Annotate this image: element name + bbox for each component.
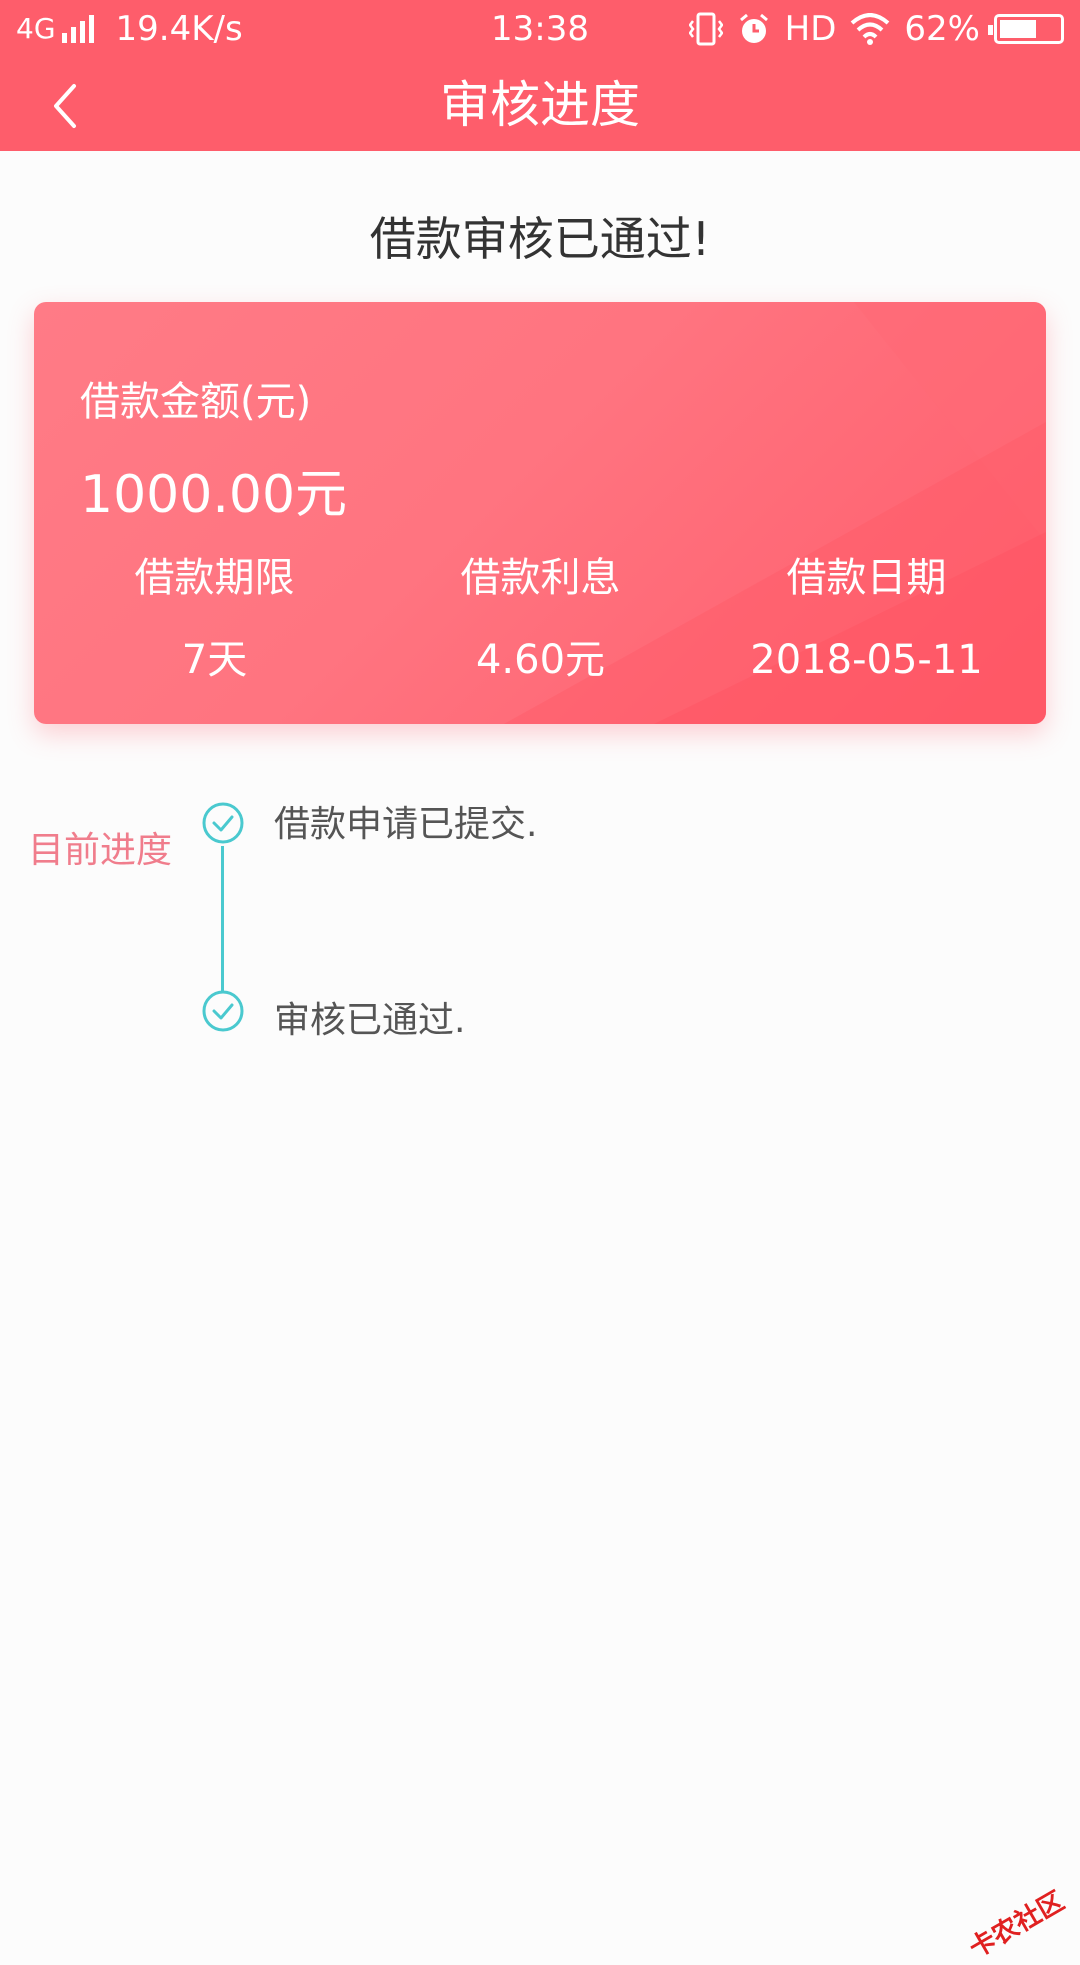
amount-label: 借款金额(元)	[80, 374, 311, 430]
hd-indicator: HD	[785, 0, 837, 58]
status-bar: 4G 19.4K/s 13:38 HD 62	[0, 0, 1080, 58]
interest-value: 4.60元	[372, 632, 709, 688]
step-submitted: 借款申请已提交.	[274, 800, 537, 850]
interest-column: 借款利息 4.60元	[372, 550, 709, 688]
date-column: 借款日期 2018-05-11	[698, 550, 1035, 688]
term-value: 7天	[46, 632, 383, 688]
nav-bar: 审核进度	[0, 58, 1080, 151]
wifi-icon	[850, 13, 890, 45]
amount-value: 1000.00元	[80, 460, 347, 530]
status-right: HD 62%	[689, 0, 1064, 58]
loan-summary-card: 借款金额(元) 1000.00元 借款期限 7天 借款利息 4.60元 借款日期…	[34, 302, 1046, 724]
date-value: 2018-05-11	[698, 632, 1035, 688]
progress-label: 目前进度	[28, 826, 172, 876]
interest-label: 借款利息	[372, 550, 709, 606]
battery-percent: 62%	[904, 0, 980, 58]
term-label: 借款期限	[46, 550, 383, 606]
battery-icon	[994, 14, 1064, 44]
step-approved: 审核已通过.	[274, 996, 465, 1046]
result-title: 借款审核已通过!	[0, 208, 1080, 270]
watermark-logo: 卡农社区	[961, 1881, 1070, 1965]
header: 4G 19.4K/s 13:38 HD 62	[0, 0, 1080, 151]
check-circle-icon	[200, 988, 246, 1034]
page-title: 审核进度	[0, 70, 1080, 140]
vibrate-icon	[689, 11, 723, 47]
alarm-icon	[737, 12, 771, 46]
timeline-line	[221, 846, 224, 994]
battery-fill	[1000, 20, 1036, 38]
check-circle-icon	[200, 800, 246, 846]
date-label: 借款日期	[698, 550, 1035, 606]
term-column: 借款期限 7天	[46, 550, 383, 688]
